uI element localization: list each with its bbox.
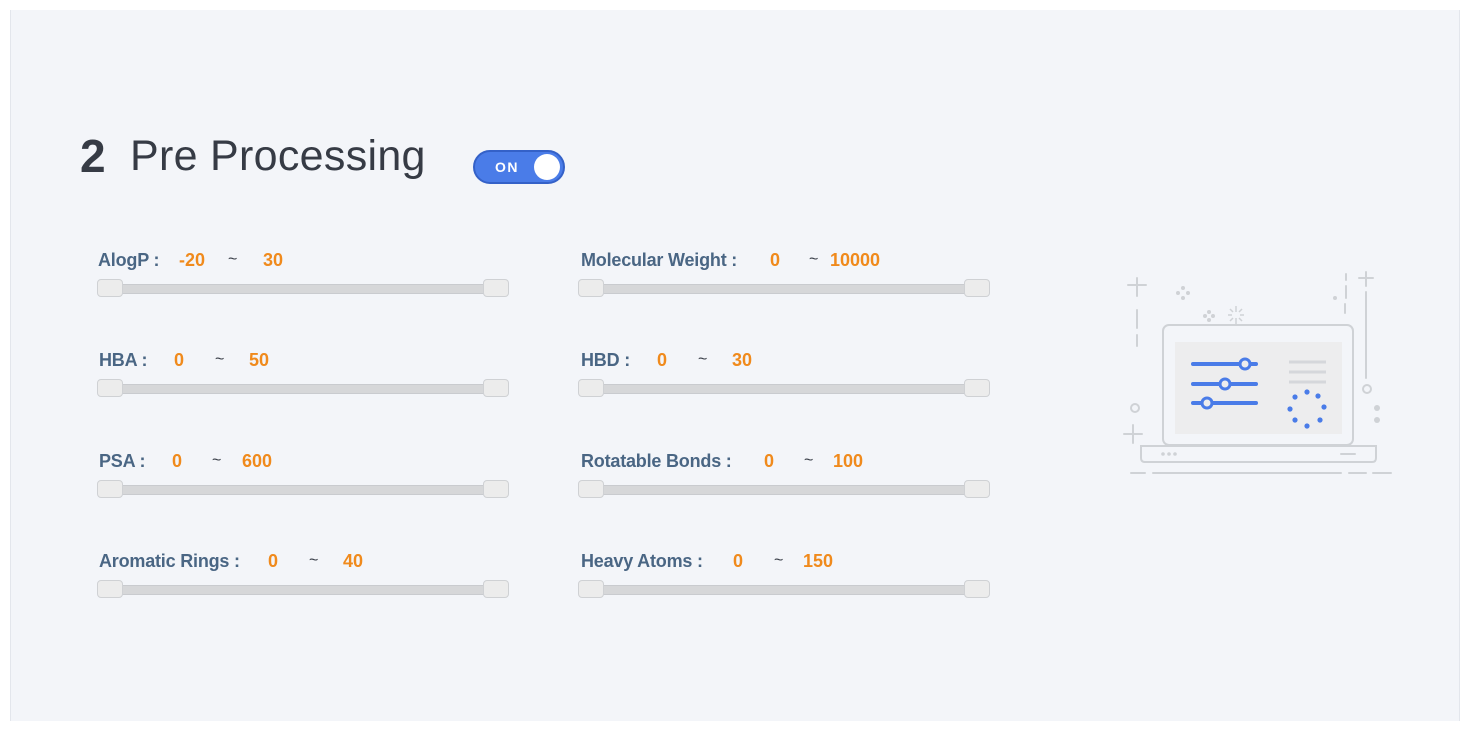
filter-tilde: ~ [215, 351, 225, 368]
filter-max-value: 30 [263, 250, 284, 270]
filter-max-value: 50 [249, 350, 270, 370]
slider-min-handle[interactable] [578, 480, 604, 498]
filter-psa: PSA : 0 ~ 600 [97, 449, 517, 509]
slider-min-handle[interactable] [97, 379, 123, 397]
filter-aromatic-rings: Aromatic Rings : 0 ~ 40 [97, 549, 517, 609]
filter-heavy-atoms: Heavy Atoms : 0 ~ 150 [578, 549, 998, 609]
slider-min-handle[interactable] [578, 279, 604, 297]
filter-min-value: 0 [268, 551, 279, 571]
slider-max-handle[interactable] [964, 580, 990, 598]
toggle-knob[interactable] [534, 154, 560, 180]
slider-min-handle[interactable] [97, 580, 123, 598]
slider-max-handle[interactable] [483, 279, 509, 297]
laptop-settings-illustration [1121, 268, 1401, 488]
filter-tilde: ~ [228, 251, 238, 268]
slider-max-handle[interactable] [483, 480, 509, 498]
filter-rotatable-bonds: Rotatable Bonds : 0 ~ 100 [578, 449, 998, 509]
slider-range [110, 384, 496, 394]
slider-range [110, 585, 496, 595]
slider-min-handle[interactable] [578, 379, 604, 397]
slider-min-handle[interactable] [578, 580, 604, 598]
filter-label: HBA : [99, 350, 148, 370]
filter-hbd: HBD : 0 ~ 30 [578, 348, 998, 408]
preprocessing-toggle[interactable]: ON [473, 150, 565, 184]
section-title: Pre Processing [130, 132, 426, 180]
slider-range [591, 585, 977, 595]
filter-alogp: AlogP : -20 ~ 30 [97, 248, 517, 308]
filter-max-value: 100 [833, 451, 864, 471]
filter-tilde: ~ [212, 452, 222, 469]
filter-tilde: ~ [804, 452, 814, 469]
slider-max-handle[interactable] [964, 379, 990, 397]
toggle-label: ON [495, 159, 519, 175]
filter-tilde: ~ [809, 251, 819, 268]
filter-tilde: ~ [774, 552, 784, 569]
filter-label: Rotatable Bonds : [581, 451, 732, 471]
filter-min-value: 0 [770, 250, 781, 270]
slider-range [110, 284, 496, 294]
filter-hba: HBA : 0 ~ 50 [97, 348, 517, 408]
filter-max-value: 150 [803, 551, 834, 571]
filter-label: PSA : [99, 451, 146, 471]
filter-tilde: ~ [309, 552, 319, 569]
filter-molecular-weight: Molecular Weight : 0 ~ 10000 [578, 248, 998, 308]
slider-min-handle[interactable] [97, 279, 123, 297]
filter-label: Aromatic Rings : [99, 551, 240, 571]
preprocessing-panel: 2 Pre Processing ON AlogP : -20 ~ 30 Mol… [10, 10, 1460, 721]
slider-max-handle[interactable] [483, 580, 509, 598]
filter-label: AlogP : [98, 250, 160, 270]
section-number: 2 [80, 130, 106, 182]
slider-max-handle[interactable] [964, 279, 990, 297]
filter-min-value: 0 [733, 551, 744, 571]
slider-range [110, 485, 496, 495]
filter-label: Heavy Atoms : [581, 551, 703, 571]
slider-min-handle[interactable] [97, 480, 123, 498]
filter-min-value: 0 [172, 451, 183, 471]
filter-label: Molecular Weight : [581, 250, 738, 270]
slider-max-handle[interactable] [483, 379, 509, 397]
laptop-icon [1123, 271, 1392, 474]
filter-max-value: 10000 [830, 250, 881, 270]
slider-max-handle[interactable] [964, 480, 990, 498]
filter-min-value: -20 [179, 250, 206, 270]
filter-label: HBD : [581, 350, 630, 370]
slider-range [591, 284, 977, 294]
filter-min-value: 0 [174, 350, 185, 370]
filter-max-value: 600 [242, 451, 273, 471]
slider-range [591, 384, 977, 394]
filter-min-value: 0 [764, 451, 775, 471]
filter-max-value: 30 [732, 350, 753, 370]
filter-max-value: 40 [343, 551, 364, 571]
filter-tilde: ~ [698, 351, 708, 368]
filter-min-value: 0 [657, 350, 668, 370]
slider-range [591, 485, 977, 495]
